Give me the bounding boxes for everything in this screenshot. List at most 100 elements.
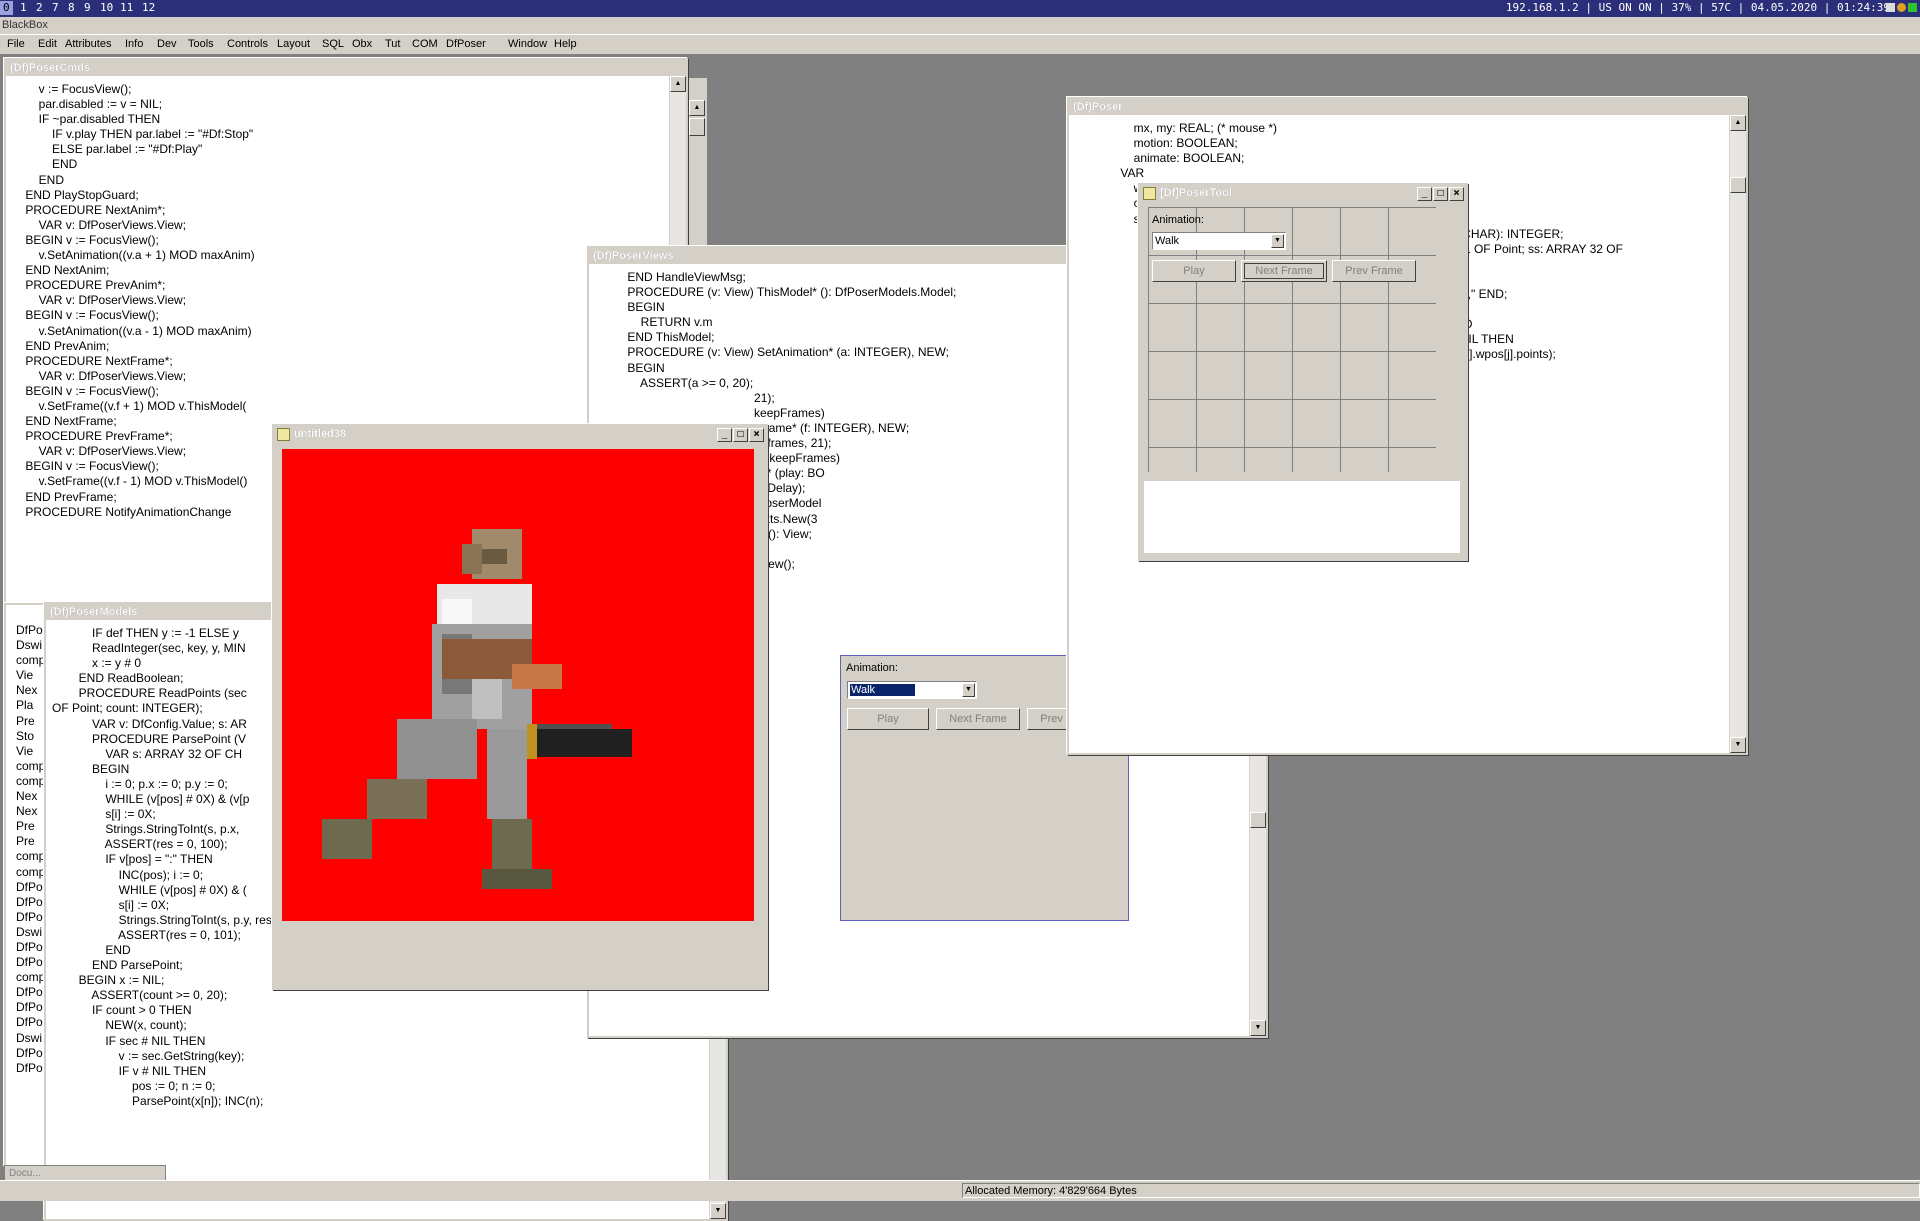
scroll-down-icon[interactable]: ▼ [1250, 1020, 1266, 1036]
tray-keyboard-icon[interactable] [1886, 3, 1895, 12]
workspace-10[interactable]: 10 [97, 1, 116, 15]
workspace-1[interactable]: 1 [17, 1, 30, 15]
untitled-window: untitled38 _ □ × [272, 424, 768, 990]
scroll-up-icon[interactable]: ▲ [689, 100, 705, 116]
menu-layout[interactable]: Layout [277, 37, 310, 52]
poser-title: (Df)Poser [1073, 101, 1123, 113]
code-line: BEGIN v := FocusView(); [12, 232, 159, 247]
menu-attributes[interactable]: Attributes [65, 37, 111, 52]
workspace-0[interactable]: 0 [0, 1, 13, 15]
tool-play-button[interactable]: Play [1152, 260, 1236, 282]
menu-file[interactable]: File [7, 37, 25, 52]
code-line: v.SetFrame((v.f + 1) MOD v.ThisModel( [12, 398, 247, 413]
menu-tut[interactable]: Tut [385, 37, 401, 52]
untitled-titlebar[interactable]: untitled38 _ □ × [274, 426, 766, 442]
system-top-bar: 0 1 2 7 8 9 10 11 12 192.168.1.2 | US ON ON | 37… [0, 0, 1920, 17]
scroll-thumb[interactable] [1250, 812, 1266, 828]
code-line: PROCEDURE NextAnim*; [12, 202, 166, 217]
close-icon[interactable]: × [1449, 187, 1464, 201]
app-title-bar: BlackBox [0, 17, 1920, 35]
menu-controls[interactable]: Controls [227, 37, 268, 52]
code-line: v.SetAnimation((v.a - 1) MOD maxAnim) [12, 323, 252, 338]
workspace-11[interactable]: 11 [117, 1, 136, 15]
untitled-title: untitled38 [294, 428, 346, 440]
sprite-canvas[interactable] [282, 449, 754, 921]
chevron-down-icon[interactable]: ▼ [962, 683, 975, 697]
embedded-play-button[interactable]: Play [847, 708, 929, 730]
tool-animation-value: Walk [1155, 235, 1180, 247]
code-line: VAR v: DfPoserViews.View; [12, 217, 187, 232]
embedded-animation-select[interactable]: Walk ▼ [847, 681, 977, 699]
memory-status: Allocated Memory: 4'829'664 Bytes [962, 1183, 1920, 1198]
code-line: ParsePoint(x[n]); INC(n); [52, 1093, 264, 1108]
minimize-button[interactable]: _ [717, 428, 732, 442]
poser-views-title: (Df)PoserViews [593, 250, 674, 262]
poser-tool-title: [Df]PoserTool [1160, 187, 1232, 199]
menu-help[interactable]: Help [554, 37, 577, 52]
code-line: v.SetAnimation((v.a + 1) MOD maxAnim) [12, 248, 255, 263]
menu-sql[interactable]: SQL [322, 37, 344, 52]
poser-tool-window: [Df]PoserTool _ □ × Animation: Walk ▼ Pl… [1138, 183, 1468, 561]
menu-tools[interactable]: Tools [188, 37, 214, 52]
poser-tool-titlebar[interactable]: [Df]PoserTool _ □ × [1140, 185, 1466, 201]
code-line: END PlayStopGuard; [12, 187, 139, 202]
menu-edit[interactable]: Edit [38, 37, 57, 52]
code-line: VAR v: DfPoserViews.View; [12, 368, 187, 383]
code-line: VAR [1107, 166, 1145, 181]
code-line: IF ~par.disabled THEN [12, 112, 161, 127]
code-line: VAR v: DfPoserViews.View; [12, 293, 187, 308]
menu-window[interactable]: Window [508, 37, 547, 52]
workspace-2[interactable]: 2 [33, 1, 46, 15]
tool-animation-select[interactable]: Walk ▼ [1152, 232, 1286, 250]
menu-dev[interactable]: Dev [157, 37, 177, 52]
tray-network-icon[interactable] [1897, 3, 1906, 12]
code-line: BEGIN v := FocusView(); [12, 383, 159, 398]
poser-titlebar[interactable]: (Df)Poser [1069, 99, 1746, 115]
chevron-down-icon[interactable]: ▼ [1271, 234, 1284, 248]
minimize-button[interactable]: _ [1417, 187, 1432, 201]
code-line: IF v # NIL THEN [52, 1063, 207, 1078]
poser-cmds-titlebar[interactable]: (Df)PoserCmds [6, 60, 686, 76]
maximize-button[interactable]: □ [733, 428, 748, 442]
tool-next-frame-button[interactable]: Next Frame [1241, 260, 1327, 282]
scroll-thumb[interactable] [1730, 177, 1746, 193]
menu-info[interactable]: Info [125, 37, 143, 52]
poser-scrollbar[interactable]: ▲ ▼ [1729, 115, 1746, 753]
menu-com[interactable]: COM [412, 37, 438, 52]
close-icon[interactable]: × [749, 428, 764, 442]
menu-dfposer[interactable]: DfPoser [446, 37, 486, 52]
code-line: par.disabled := v = NIL; [12, 97, 163, 112]
code-line: END PrevAnim; [12, 338, 110, 353]
scroll-up-icon[interactable]: ▲ [670, 76, 686, 92]
menu-obx[interactable]: Obx [352, 37, 372, 52]
code-line: animate: BOOLEAN; [1107, 151, 1245, 166]
poser-tool-grid[interactable]: Animation: Walk ▼ Play Next Frame Prev F… [1148, 207, 1436, 472]
workspace-9[interactable]: 9 [81, 1, 94, 15]
system-status-text: 192.168.1.2 | US ON ON | 37% | 57C | 04.… [1505, 1, 1890, 14]
scroll-up-icon[interactable]: ▲ [1730, 115, 1746, 131]
tray-volume-icon[interactable] [1908, 3, 1917, 12]
document-icon [277, 428, 290, 441]
workspace-8[interactable]: 8 [65, 1, 78, 15]
workspace-12[interactable]: 12 [139, 1, 158, 15]
code-line: BEGIN v := FocusView(); [12, 308, 159, 323]
tool-prev-frame-button[interactable]: Prev Frame [1332, 260, 1416, 282]
embedded-next-frame-button[interactable]: Next Frame [936, 708, 1020, 730]
embedded-animation-label: Animation: [846, 662, 898, 674]
tool-animation-label: Animation: [1152, 214, 1204, 226]
chainsaw-sprite-image [322, 529, 632, 889]
code-line: pos := 0; n := 0; [52, 1078, 216, 1093]
code-line: END NextAnim; [12, 263, 110, 278]
scroll-down-icon[interactable]: ▼ [710, 1203, 726, 1219]
code-line: mx, my: REAL; (* mouse *) [1107, 121, 1278, 135]
desktop-area: ▲ (Df)PoserCmds v := FocusView(); par.di… [0, 55, 1920, 1221]
maximize-button[interactable]: □ [1433, 187, 1448, 201]
code-line: END [12, 157, 78, 172]
poser-cmds-title: (Df)PoserCmds [10, 62, 91, 74]
workspace-7[interactable]: 7 [49, 1, 62, 15]
embedded-animation-value: Walk [850, 684, 916, 696]
scroll-thumb[interactable] [689, 118, 705, 136]
code-line: END [12, 172, 65, 187]
scroll-down-icon[interactable]: ▼ [1730, 737, 1746, 753]
code-line: IF v.play THEN par.label := "#Df:Stop" [12, 127, 254, 142]
